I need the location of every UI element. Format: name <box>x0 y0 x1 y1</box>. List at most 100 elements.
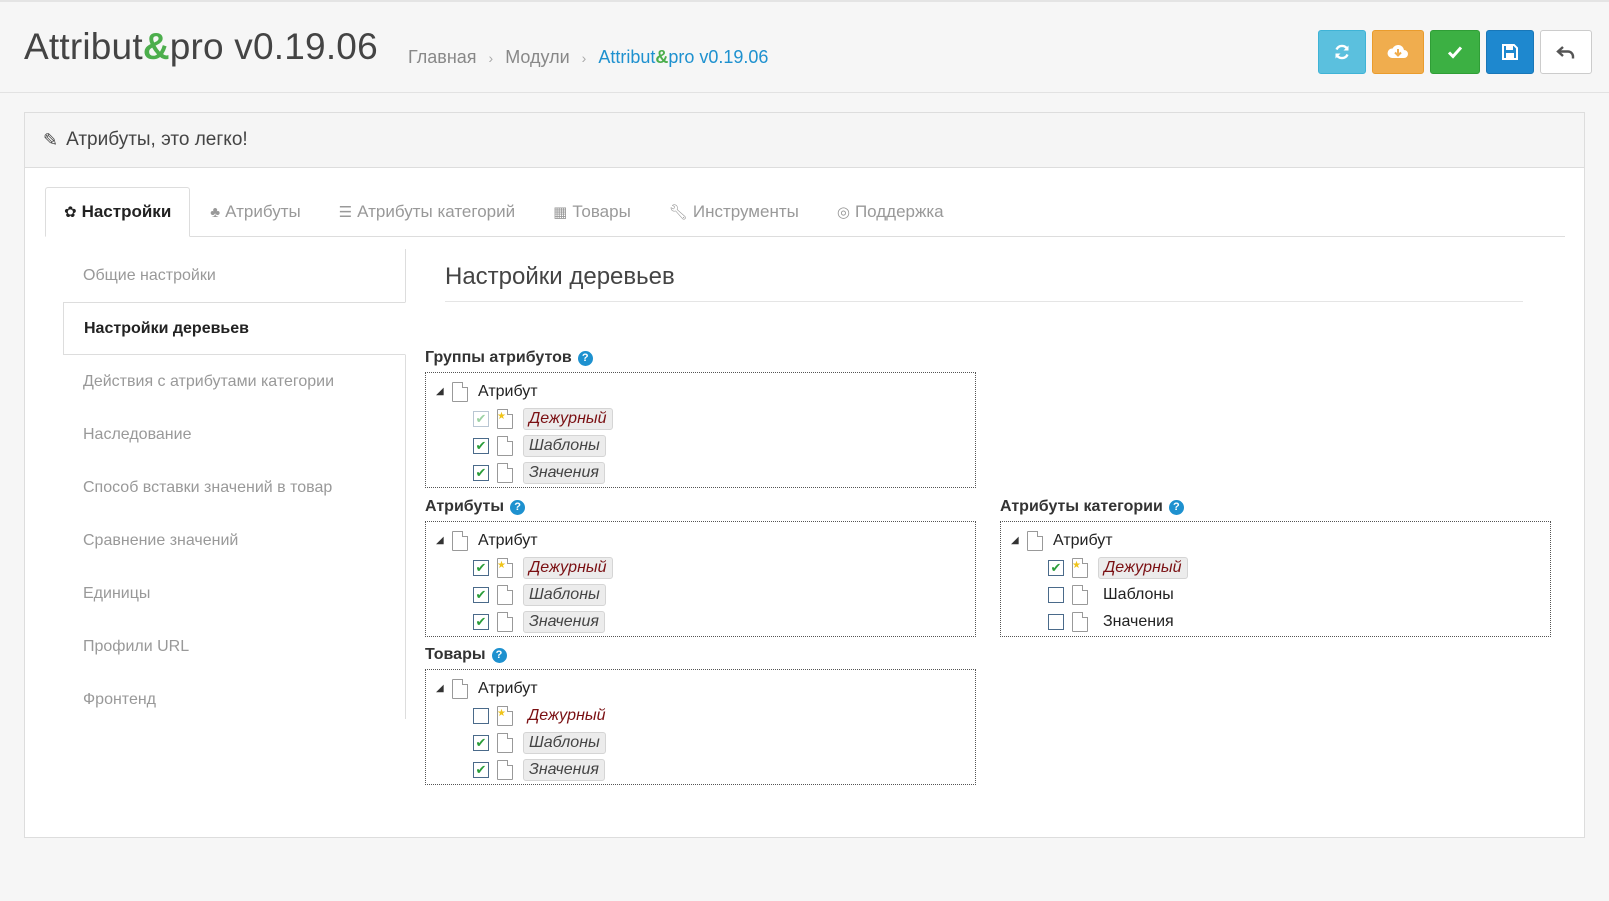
tree-node: Значения <box>1001 608 1550 635</box>
tree-root-text: Атрибут <box>478 679 538 697</box>
tabs: ✿ Настройки ♣ Атрибуты ☰ Атрибуты катего… <box>45 187 1565 237</box>
checkbox[interactable]: ✔ <box>1048 559 1064 576</box>
nav-item-category-actions[interactable]: Действия с атрибутами категории <box>63 355 405 408</box>
breadcrumb-home[interactable]: Главная <box>408 47 477 68</box>
tree-node-text[interactable]: Значения <box>523 758 605 781</box>
help-icon[interactable]: ? <box>1168 499 1184 515</box>
tab-label: Инструменты <box>692 202 799 221</box>
checkbox[interactable]: ✔ <box>473 734 489 751</box>
nav-item-inheritance[interactable]: Наследование <box>63 408 405 461</box>
breadcrumb-separator-icon: › <box>581 49 587 66</box>
tree-node-text[interactable]: Дежурный <box>523 407 613 430</box>
nav-item-general[interactable]: Общие настройки <box>63 249 405 302</box>
help-icon[interactable]: ? <box>577 350 593 366</box>
tree-node-text[interactable]: Шаблоны <box>523 731 606 754</box>
checkbox[interactable]: ✔ <box>473 586 489 603</box>
tree-root: ◢ Атрибут <box>426 675 975 702</box>
checkbox[interactable]: ✔ <box>473 559 489 576</box>
tree-node: ✔ Значения <box>426 459 975 486</box>
collapse-icon[interactable]: ◢ <box>436 683 452 694</box>
checkbox[interactable]: ✔ <box>473 761 489 778</box>
title-amp: & <box>142 26 170 67</box>
help-icon[interactable]: ? <box>491 647 507 663</box>
file-icon <box>497 584 513 605</box>
tree-root-text: Атрибут <box>478 382 538 400</box>
file-icon <box>1027 530 1043 551</box>
pencil-icon: ✎ <box>43 129 59 150</box>
back-icon <box>1556 46 1575 59</box>
tree-node-text[interactable]: Шаблоны <box>523 583 606 606</box>
tab-tools[interactable]: 🔧︎ Инструменты <box>651 187 817 237</box>
help-icon[interactable]: ? <box>510 499 526 515</box>
tree-label-text: Товары <box>425 646 486 663</box>
checkbox[interactable] <box>1048 613 1064 630</box>
tree-node: ✔ Шаблоны <box>426 432 975 459</box>
page-title: Attribut&pro v0.19.06 <box>24 26 378 68</box>
nav-item-units[interactable]: Единицы <box>63 567 405 620</box>
apply-button[interactable] <box>1430 30 1480 74</box>
list-icon: ☰ <box>338 204 353 221</box>
checkbox[interactable]: ✔ <box>473 464 489 481</box>
back-button[interactable] <box>1540 30 1592 74</box>
support-icon: ◎ <box>836 204 850 221</box>
tab-attributes[interactable]: ♣ Атрибуты <box>192 187 318 237</box>
tab-settings[interactable]: ✿ Настройки <box>45 187 191 237</box>
collapse-icon[interactable]: ◢ <box>1011 535 1027 546</box>
tab-category-attributes[interactable]: ☰ Атрибуты категорий <box>321 187 533 237</box>
save-button[interactable] <box>1486 30 1534 74</box>
tree-node: ✔ Значения <box>426 608 975 635</box>
gear-icon: ✿ <box>64 204 77 221</box>
checkbox[interactable] <box>473 707 489 724</box>
left-nav: Общие настройки Настройки деревьев Дейст… <box>63 249 406 719</box>
toolbar <box>1318 30 1592 74</box>
nav-item-frontend[interactable]: Фронтенд <box>63 673 405 726</box>
nav-item-compare[interactable]: Сравнение значений <box>63 514 405 567</box>
breadcrumb-modules[interactable]: Модули <box>505 47 569 68</box>
tree-node-text[interactable]: Значения <box>523 610 605 633</box>
tree-node-text[interactable]: Значения <box>1098 612 1179 632</box>
nav-item-url-profiles[interactable]: Профили URL <box>63 620 405 673</box>
wrench-icon: 🔧︎ <box>668 204 688 221</box>
checkbox[interactable]: ✔ <box>473 437 489 454</box>
tree-label: Группы атрибутов ? <box>425 347 976 369</box>
tree-root: ◢ Атрибут <box>1001 527 1550 554</box>
tab-label: Атрибуты категорий <box>357 202 516 221</box>
nav-item-insert-method[interactable]: Способ вставки значений в товар <box>63 461 405 514</box>
settings-panel: ✎ Атрибуты, это легко! ✿ Настройки ♣ Атр… <box>24 112 1585 838</box>
tree-root-text: Атрибут <box>478 531 538 549</box>
file-icon <box>497 462 513 483</box>
tree-node: ✔ Дежурный <box>426 405 975 432</box>
file-icon <box>497 732 513 753</box>
tree-node-text[interactable]: Дежурный <box>523 706 611 726</box>
tab-support[interactable]: ◎ Поддержка <box>819 187 962 237</box>
checkbox[interactable]: ✔ <box>473 410 489 427</box>
breadcrumb-current-part2: pro v0.19.06 <box>668 47 769 67</box>
tree-node-text[interactable]: Дежурный <box>1098 556 1188 579</box>
tree-node-text[interactable]: Значения <box>523 461 605 484</box>
collapse-icon[interactable]: ◢ <box>436 386 452 397</box>
tree-node-text[interactable]: Шаблоны <box>523 434 606 457</box>
checkbox[interactable] <box>1048 586 1064 603</box>
tree-node-text[interactable]: Шаблоны <box>1098 585 1179 605</box>
starred-file-icon <box>497 557 513 578</box>
cloud-download-button[interactable] <box>1372 30 1424 74</box>
tree-node-text[interactable]: Дежурный <box>523 556 613 579</box>
tree-label: Атрибуты категории ? <box>1000 496 1551 518</box>
title-part1: Attribut <box>24 26 143 67</box>
tree-label: Атрибуты ? <box>425 496 976 518</box>
tree-node: ✔ Шаблоны <box>426 729 975 756</box>
tab-products[interactable]: ▦ Товары <box>535 187 649 237</box>
nav-item-trees[interactable]: Настройки деревьев <box>63 302 406 355</box>
tab-label: Атрибуты <box>225 202 301 221</box>
breadcrumb-current[interactable]: Attribut&pro v0.19.06 <box>598 47 768 68</box>
check-icon <box>1447 46 1463 59</box>
breadcrumb-current-part1: Attribut <box>598 47 656 67</box>
checkbox[interactable]: ✔ <box>473 613 489 630</box>
tree-icon: ♣ <box>210 203 221 221</box>
collapse-icon[interactable]: ◢ <box>436 535 452 546</box>
tree-root-text: Атрибут <box>1053 531 1113 549</box>
tree-products: Товары ? ◢ Атрибут Дежурный ✔ Шаблоны ✔ <box>425 644 976 785</box>
grid-icon: ▦ <box>553 204 568 221</box>
refresh-icon <box>1335 44 1349 60</box>
refresh-button[interactable] <box>1318 30 1366 74</box>
